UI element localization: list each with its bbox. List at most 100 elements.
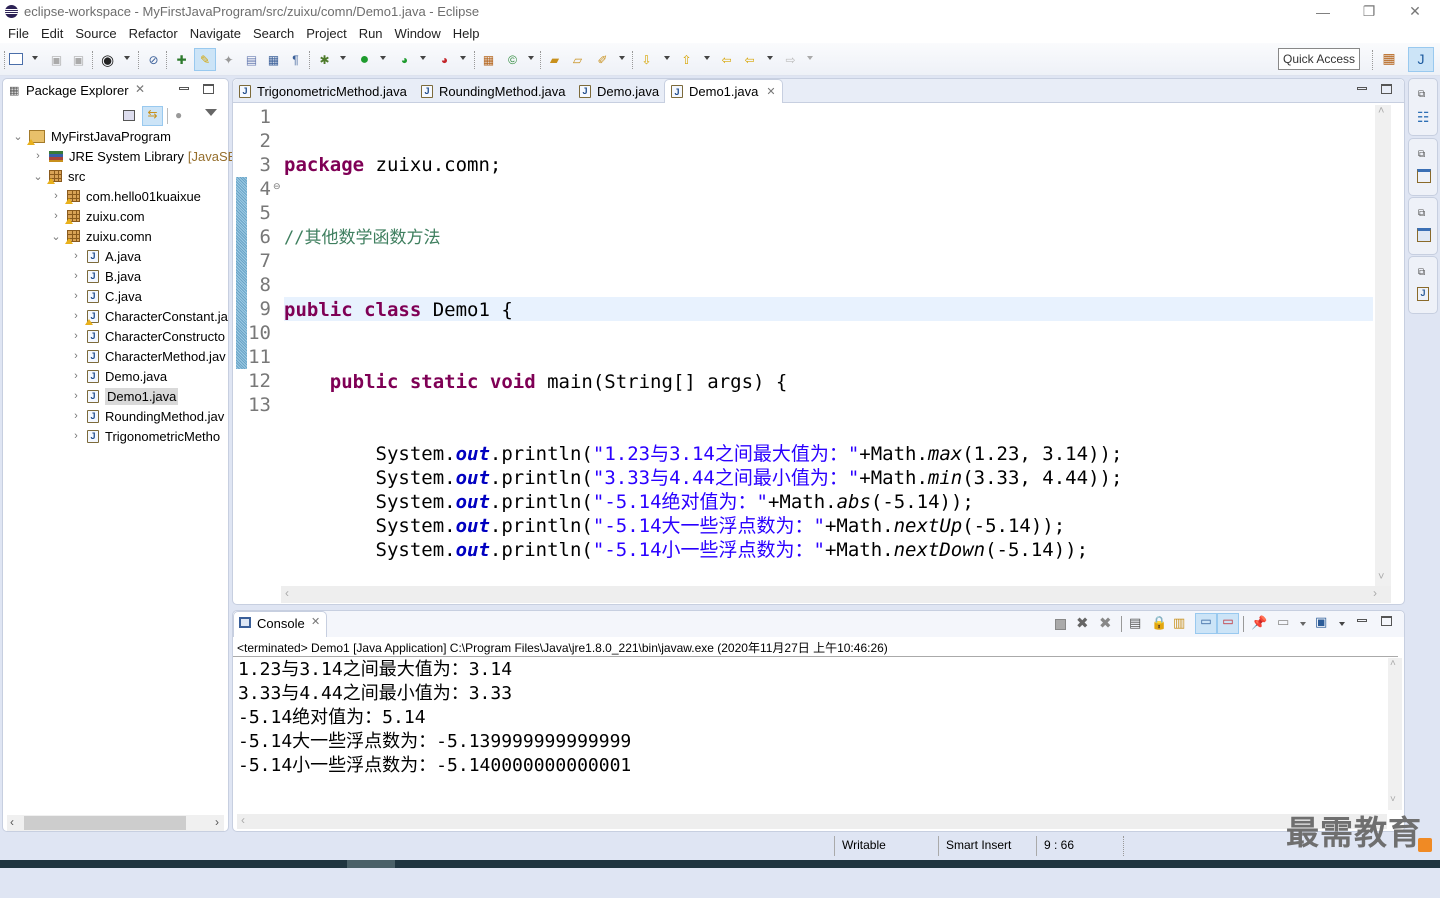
- toggle-block-selection-icon[interactable]: ▤: [243, 51, 260, 68]
- save-all-icon[interactable]: ▣: [70, 51, 87, 68]
- chevron-down-icon[interactable]: ⌄: [13, 130, 23, 143]
- menu-search[interactable]: Search: [247, 26, 300, 41]
- remove-all-launches-icon[interactable]: ✖: [1099, 614, 1112, 632]
- chevron-right-icon[interactable]: ›: [71, 390, 81, 402]
- java-perspective-icon[interactable]: J: [1408, 47, 1434, 72]
- chevron-right-icon[interactable]: ›: [71, 330, 81, 342]
- tree-item[interactable]: › J C.java: [71, 286, 142, 306]
- chevron-right-icon[interactable]: ›: [71, 350, 81, 362]
- console-vertical-scrollbar[interactable]: ˄ ˅: [1388, 658, 1402, 810]
- maximize-console-icon[interactable]: [1381, 616, 1392, 626]
- menu-source[interactable]: Source: [69, 26, 122, 41]
- scroll-lock-icon[interactable]: 🔒: [1151, 615, 1167, 631]
- show-console-stderr-icon[interactable]: ▭: [1217, 613, 1239, 634]
- insert-mode-status[interactable]: Smart Insert: [946, 838, 1011, 852]
- search-icon[interactable]: ✐: [594, 51, 611, 68]
- filters-icon[interactable]: ●: [175, 108, 182, 122]
- back-icon[interactable]: ⇦: [741, 51, 758, 68]
- save-icon[interactable]: ▣: [48, 51, 65, 68]
- chevron-right-icon[interactable]: ›: [71, 370, 81, 382]
- open-type-icon[interactable]: ✚: [173, 51, 190, 68]
- forward-icon[interactable]: ⇨: [782, 51, 799, 68]
- minimize-button[interactable]: —: [1300, 0, 1346, 23]
- open-type-hierarchy-icon[interactable]: ▰: [546, 51, 563, 68]
- external-tools-icon[interactable]: ◕: [436, 51, 453, 68]
- tree-item[interactable]: › J Demo1.java: [71, 386, 179, 406]
- tree-item[interactable]: ⌄ zuixu.comn: [51, 226, 152, 246]
- menu-window[interactable]: Window: [389, 26, 447, 41]
- remove-launch-icon[interactable]: ✖: [1076, 614, 1089, 632]
- console-output[interactable]: 1.23与3.14之间最大值为：3.14 3.33与4.44之间最小值为：3.33…: [233, 658, 1383, 808]
- chevron-right-icon[interactable]: ›: [71, 250, 81, 262]
- javadoc-icon[interactable]: J: [1417, 287, 1429, 301]
- minimize-editor-icon[interactable]: [1357, 87, 1367, 90]
- menu-file[interactable]: File: [2, 26, 35, 41]
- close-view-icon[interactable]: ✕: [135, 82, 145, 96]
- task-list-icon[interactable]: [1417, 169, 1431, 183]
- tree-item[interactable]: › J CharacterConstant.ja: [71, 306, 228, 326]
- tree-item[interactable]: › J B.java: [71, 266, 141, 286]
- tab-rounding-method[interactable]: J RoundingMethod.java: [421, 79, 565, 103]
- chevron-right-icon[interactable]: ›: [71, 290, 81, 302]
- clear-console-icon[interactable]: ▤: [1129, 615, 1141, 631]
- menu-help[interactable]: Help: [447, 26, 486, 41]
- profile-icon[interactable]: ◉: [99, 51, 116, 69]
- tab-demo[interactable]: J Demo.java: [579, 79, 659, 103]
- tree-item[interactable]: › J TrigonometricMetho: [71, 426, 220, 446]
- terminate-icon[interactable]: [1055, 619, 1066, 630]
- display-selected-console-icon[interactable]: ▭: [1277, 614, 1289, 630]
- last-edit-location-icon[interactable]: ⇦: [718, 51, 735, 68]
- chevron-right-icon[interactable]: ›: [71, 410, 81, 422]
- menu-refactor[interactable]: Refactor: [123, 26, 184, 41]
- tab-trigonometric-method[interactable]: J TrigonometricMethod.java: [239, 79, 407, 103]
- problems-icon[interactable]: [1417, 228, 1431, 242]
- new-java-class-icon[interactable]: ©: [504, 51, 521, 68]
- menu-navigate[interactable]: Navigate: [184, 26, 247, 41]
- run-icon[interactable]: ●: [356, 51, 373, 68]
- previous-annotation-icon[interactable]: ⇧: [678, 51, 695, 68]
- restore-button[interactable]: ❐: [1346, 0, 1392, 23]
- tree-item[interactable]: › JRE System Library [JavaSE-: [33, 146, 240, 166]
- tree-item[interactable]: › J CharacterConstructo: [71, 326, 225, 346]
- minimize-view-icon[interactable]: [179, 87, 189, 90]
- menu-project[interactable]: Project: [300, 26, 352, 41]
- show-whitespace-chars-icon[interactable]: ¶: [287, 51, 304, 68]
- tree-item[interactable]: › J RoundingMethod.jav: [71, 406, 224, 426]
- chevron-down-icon[interactable]: ⌄: [33, 170, 43, 183]
- coverage-icon[interactable]: ◕: [396, 51, 413, 68]
- show-console-stdout-icon[interactable]: ▭: [1195, 613, 1217, 634]
- restore-stack-icon[interactable]: ⧉: [1418, 89, 1425, 100]
- new-wizard-icon[interactable]: [9, 53, 23, 65]
- menu-run[interactable]: Run: [353, 26, 389, 41]
- open-console-icon[interactable]: ▣: [1315, 614, 1327, 630]
- outline-icon[interactable]: ☷: [1417, 109, 1430, 126]
- menu-edit[interactable]: Edit: [35, 26, 69, 41]
- show-source-icon[interactable]: ▦: [265, 51, 282, 68]
- restore-stack-icon[interactable]: ⧉: [1418, 149, 1425, 160]
- tree-item[interactable]: ⌄ MyFirstJavaProgram: [13, 126, 171, 146]
- restore-stack-icon[interactable]: ⧉: [1418, 267, 1425, 278]
- word-wrap-icon[interactable]: ▥: [1173, 615, 1185, 631]
- new-java-package-icon[interactable]: ▦: [480, 51, 497, 68]
- chevron-right-icon[interactable]: ›: [51, 190, 61, 202]
- quick-access-input[interactable]: Quick Access: [1278, 48, 1360, 70]
- tree-item[interactable]: ⌄ src: [33, 166, 85, 186]
- chevron-right-icon[interactable]: ›: [71, 430, 81, 442]
- close-button[interactable]: ✕: [1392, 0, 1438, 23]
- debug-icon[interactable]: ✱: [316, 51, 333, 68]
- collapse-all-icon[interactable]: [123, 110, 135, 121]
- tab-demo1[interactable]: J Demo1.java ✕: [664, 79, 783, 103]
- horizontal-scrollbar[interactable]: ‹ ›: [7, 815, 224, 831]
- scrollbar-thumb[interactable]: [24, 816, 186, 830]
- toggle-mark-occurrences-icon[interactable]: ✎: [194, 48, 216, 71]
- chevron-right-icon[interactable]: ›: [51, 210, 61, 222]
- tree-item[interactable]: › J A.java: [71, 246, 141, 266]
- open-perspective-icon[interactable]: ▦: [1380, 50, 1398, 68]
- next-annotation-icon[interactable]: ⇩: [638, 51, 655, 68]
- maximize-editor-icon[interactable]: [1381, 84, 1392, 94]
- close-console-icon[interactable]: ✕: [311, 615, 320, 628]
- tree-item[interactable]: › com.hello01kuaixue: [51, 186, 201, 206]
- pin-console-icon[interactable]: 📌: [1251, 615, 1267, 631]
- console-horizontal-scrollbar[interactable]: ‹: [237, 813, 1387, 829]
- close-tab-icon[interactable]: ✕: [766, 85, 775, 98]
